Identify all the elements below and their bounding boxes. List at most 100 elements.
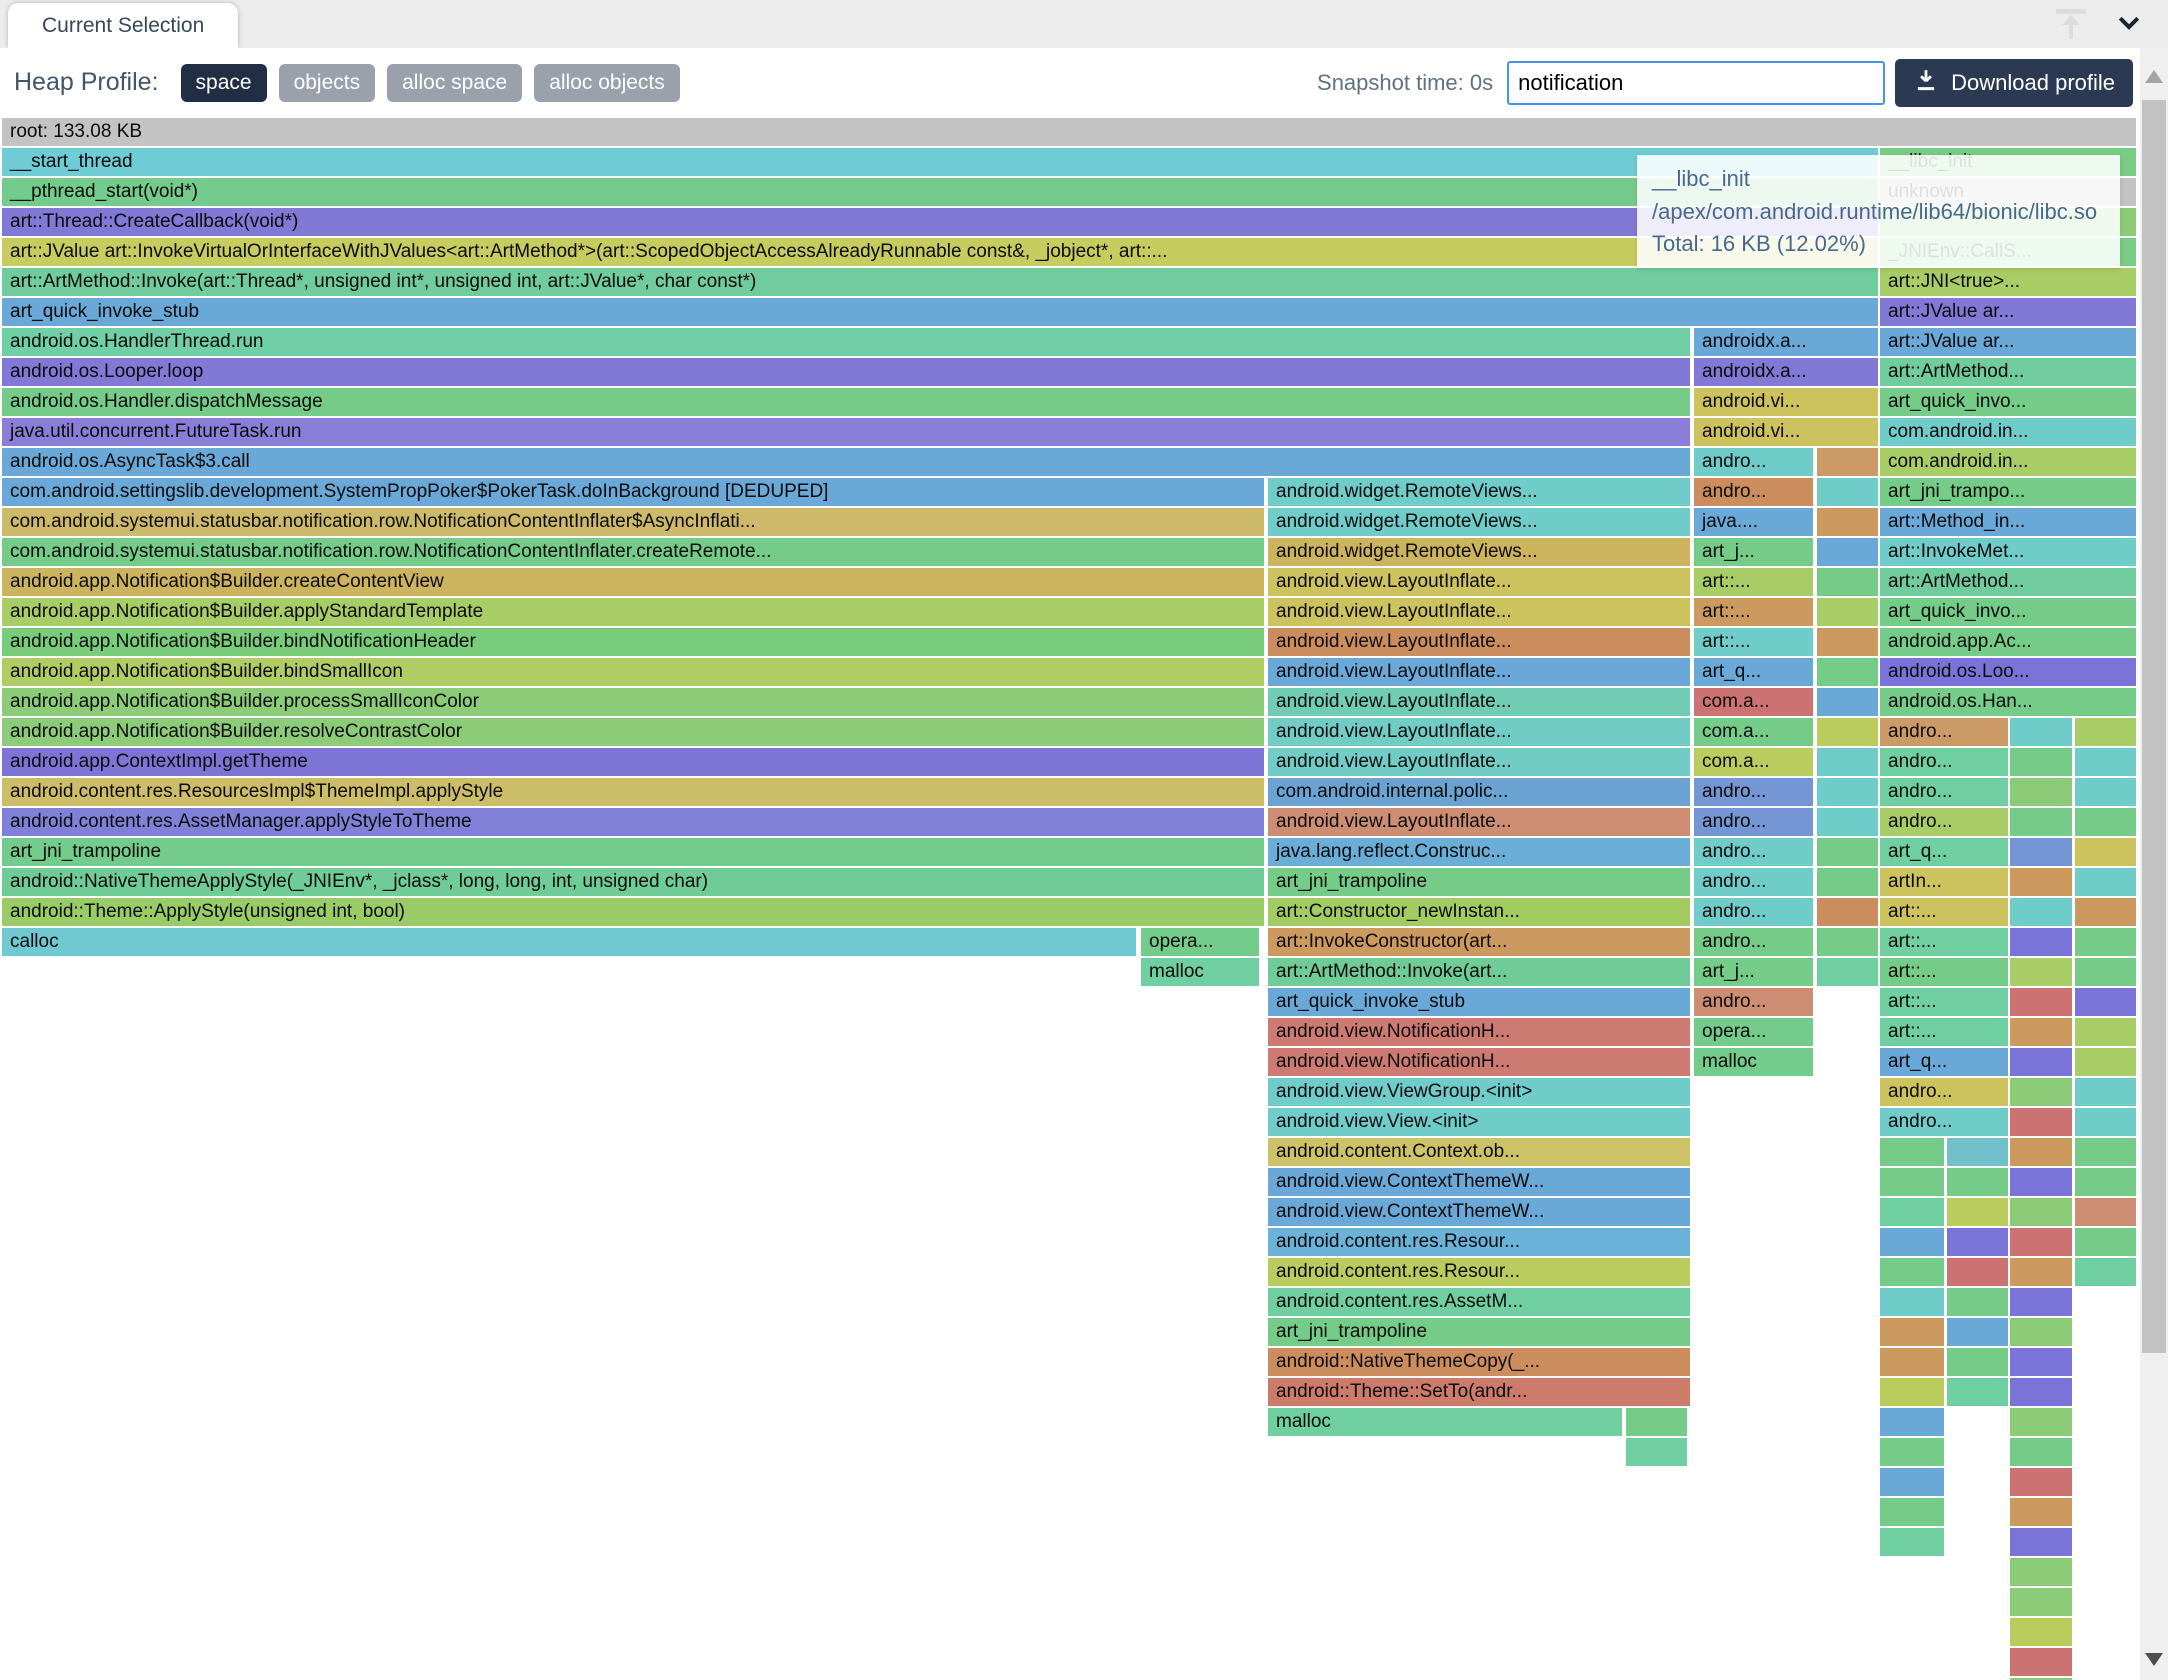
flame-bar[interactable]: com.a... — [1694, 748, 1813, 776]
flame-bar[interactable]: android.view.ContextThemeW... — [1268, 1168, 1690, 1196]
flamegraph-search-input[interactable] — [1507, 61, 1885, 105]
flame-bar[interactable] — [2075, 718, 2136, 746]
flame-bar[interactable] — [1880, 1348, 1944, 1376]
flame-bar[interactable] — [1817, 808, 1878, 836]
flame-bar[interactable]: android.os.Loo... — [1880, 658, 2136, 686]
flame-bar[interactable] — [2010, 1528, 2072, 1556]
flame-bar[interactable]: androidx.a... — [1694, 358, 1878, 386]
flame-bar[interactable] — [2075, 1018, 2136, 1046]
flame-bar[interactable]: android.content.res.AssetManager.applySt… — [2, 808, 1264, 836]
flame-bar[interactable] — [1880, 1408, 1944, 1436]
flame-bar[interactable]: art_q... — [1694, 658, 1813, 686]
flame-bar[interactable]: art::... — [1880, 1018, 2008, 1046]
flame-bar[interactable]: art::... — [1694, 628, 1813, 656]
flame-bar[interactable]: android.app.Notification$Builder.resolve… — [2, 718, 1264, 746]
flame-bar[interactable]: com.a... — [1694, 688, 1813, 716]
flame-bar[interactable]: android.view.View.<init> — [1268, 1108, 1690, 1136]
flame-bar[interactable] — [1626, 1408, 1687, 1436]
flame-bar[interactable] — [2075, 1168, 2136, 1196]
flame-bar[interactable] — [1817, 838, 1878, 866]
flame-bar[interactable] — [2075, 988, 2136, 1016]
flame-bar[interactable] — [1947, 1138, 2008, 1166]
flame-bar[interactable]: art::JValue ar... — [1880, 328, 2136, 356]
flame-bar[interactable] — [1947, 1318, 2008, 1346]
flame-bar[interactable] — [2010, 808, 2072, 836]
flame-bar[interactable] — [2075, 838, 2136, 866]
flame-bar[interactable]: android.os.AsyncTask$3.call — [2, 448, 1690, 476]
flame-bar[interactable]: art_jni_trampoline — [2, 838, 1264, 866]
flame-bar[interactable] — [1880, 1288, 1944, 1316]
flame-bar[interactable] — [2075, 1108, 2136, 1136]
flame-bar[interactable]: android.view.ViewGroup.<init> — [1268, 1078, 1690, 1106]
flame-bar[interactable]: android::NativeThemeApplyStyle(_JNIEnv*,… — [2, 868, 1264, 896]
flame-bar[interactable] — [2010, 1198, 2072, 1226]
flame-bar[interactable]: android.view.LayoutInflate... — [1268, 628, 1690, 656]
flame-bar[interactable]: art::... — [1694, 598, 1813, 626]
flame-bar[interactable]: andro... — [1880, 1078, 2008, 1106]
flame-bar[interactable] — [1947, 1228, 2008, 1256]
flame-bar[interactable]: art_jni_trampo... — [1880, 478, 2136, 506]
flame-bar[interactable]: malloc — [1694, 1048, 1813, 1076]
flame-bar[interactable] — [2010, 718, 2072, 746]
scrollbar-thumb[interactable] — [2142, 100, 2166, 1353]
flame-bar[interactable]: opera... — [1141, 928, 1259, 956]
flame-bar[interactable]: android.widget.RemoteViews... — [1268, 478, 1690, 506]
flame-bar[interactable] — [2075, 1078, 2136, 1106]
flame-bar[interactable] — [2010, 1048, 2072, 1076]
flame-bar[interactable] — [2010, 1588, 2072, 1616]
flame-bar[interactable] — [2010, 748, 2072, 776]
flame-bar[interactable] — [1817, 748, 1878, 776]
flame-bar[interactable]: android.os.Handler.dispatchMessage — [2, 388, 1690, 416]
flame-bar[interactable]: android.app.ContextImpl.getTheme — [2, 748, 1264, 776]
download-profile-button[interactable]: Download profile — [1895, 59, 2133, 107]
flame-bar[interactable]: art_j... — [1694, 538, 1813, 566]
flame-bar[interactable]: android::NativeThemeCopy(_... — [1268, 1348, 1690, 1376]
flame-bar[interactable] — [1880, 1228, 1944, 1256]
flame-bar[interactable]: artIn... — [1880, 868, 2008, 896]
flame-bar[interactable] — [2010, 778, 2072, 806]
mode-button-space[interactable]: space — [181, 64, 267, 102]
flame-bar[interactable]: art::... — [1880, 958, 2008, 986]
flame-bar[interactable]: andro... — [1880, 1108, 2008, 1136]
flame-bar[interactable] — [1817, 568, 1878, 596]
flame-bar[interactable]: android.view.NotificationH... — [1268, 1048, 1690, 1076]
flame-bar-root[interactable]: root: 133.08 KB — [2, 118, 2136, 146]
flame-bar[interactable] — [2010, 958, 2072, 986]
flame-bar[interactable] — [1817, 868, 1878, 896]
flame-bar[interactable] — [2010, 1108, 2072, 1136]
flame-bar[interactable] — [1817, 778, 1878, 806]
flame-bar[interactable]: art::ArtMethod... — [1880, 568, 2136, 596]
flame-bar[interactable]: android::Theme::SetTo(andr... — [1268, 1378, 1690, 1406]
flame-bar[interactable]: andro... — [1694, 928, 1813, 956]
flame-bar[interactable]: android::Theme::ApplyStyle(unsigned int,… — [2, 898, 1264, 926]
flame-bar[interactable]: com.android.in... — [1880, 418, 2136, 446]
flame-bar[interactable]: malloc — [1141, 958, 1259, 986]
flame-bar[interactable]: android.vi... — [1694, 388, 1878, 416]
flame-bar[interactable]: art::ArtMethod::Invoke(art::Thread*, uns… — [2, 268, 1878, 296]
flame-bar[interactable]: android.view.LayoutInflate... — [1268, 748, 1690, 776]
flame-bar[interactable]: java.... — [1694, 508, 1813, 536]
flame-bar[interactable] — [1880, 1258, 1944, 1286]
flame-bar[interactable] — [1817, 688, 1878, 716]
flame-bar[interactable] — [1880, 1498, 1944, 1526]
flame-bar[interactable] — [1880, 1168, 1944, 1196]
flame-bar[interactable]: art_quick_invoke_stub — [1268, 988, 1690, 1016]
flame-bar[interactable] — [2010, 1648, 2072, 1676]
flame-bar[interactable]: andro... — [1880, 718, 2008, 746]
flame-bar[interactable]: art::... — [1880, 988, 2008, 1016]
flame-bar[interactable]: android.content.res.AssetM... — [1268, 1288, 1690, 1316]
flame-bar[interactable] — [1947, 1348, 2008, 1376]
flame-bar[interactable] — [2010, 1258, 2072, 1286]
flame-bar[interactable]: android.widget.RemoteViews... — [1268, 538, 1690, 566]
scroll-to-top-icon[interactable] — [2054, 7, 2088, 41]
scroll-up-icon[interactable] — [2145, 70, 2163, 83]
flame-bar[interactable] — [2075, 868, 2136, 896]
flame-bar[interactable]: android.content.res.Resour... — [1268, 1258, 1690, 1286]
flame-bar[interactable]: __pthread_start(void*) — [2, 178, 1878, 206]
flame-bar[interactable] — [2075, 898, 2136, 926]
flame-bar[interactable]: com.android.internal.polic... — [1268, 778, 1690, 806]
flame-bar[interactable]: art::JNI<true>... — [1880, 268, 2136, 296]
tab-current-selection[interactable]: Current Selection — [8, 3, 238, 48]
mode-button-objects[interactable]: objects — [279, 64, 376, 102]
collapse-panel-icon[interactable] — [2114, 7, 2144, 42]
